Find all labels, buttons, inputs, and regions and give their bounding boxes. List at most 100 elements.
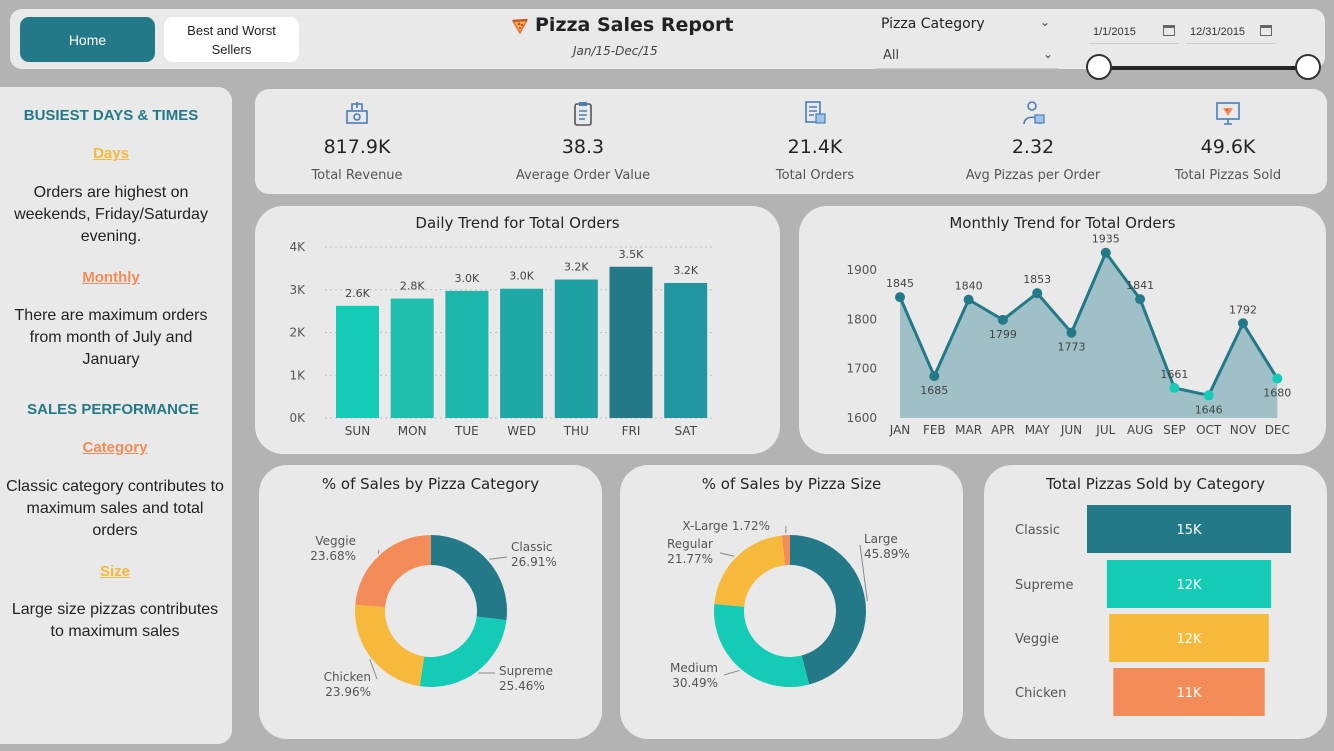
kpi-total-orders: 21.4K Total Orders xyxy=(715,89,915,194)
slice-value: 45.89% xyxy=(864,547,910,561)
daily-trend-chart: Daily Trend for Total Orders 0K 1K 2K 3K 4K 2… xyxy=(255,206,780,454)
slice-name: Medium xyxy=(670,661,718,675)
slice-value: 25.46% xyxy=(499,679,545,693)
data-label: 3.2K xyxy=(564,261,589,274)
data-label: 1685 xyxy=(920,384,948,397)
category-label: Category xyxy=(82,439,148,456)
date-end-input[interactable]: 12/31/2015 xyxy=(1186,22,1276,44)
data-label: 1799 xyxy=(989,328,1017,341)
donut-slice xyxy=(419,616,507,687)
home-button[interactable]: Home xyxy=(20,17,155,62)
date-range-start-handle[interactable] xyxy=(1086,54,1112,80)
category-donut-plot: Classic26.91% Supreme25.46% Chicken23.96% V… xyxy=(310,534,557,699)
x-tick-label: SEP xyxy=(1163,423,1185,437)
area-fill xyxy=(900,252,1278,418)
calendar-icon[interactable] xyxy=(1163,25,1175,36)
chevron-down-icon: ⌄ xyxy=(1042,47,1053,61)
data-label: 1661 xyxy=(1160,368,1188,381)
y-tick-label: 1800 xyxy=(846,312,877,326)
y-tick-label: 1900 xyxy=(846,263,877,277)
monthly-trend-chart: Monthly Trend for Total Orders 1600 1700 1… xyxy=(799,206,1326,454)
data-label: 1773 xyxy=(1058,341,1086,354)
category-filter-select[interactable]: All ⌄ xyxy=(876,43,1059,69)
x-tick-label: TUE xyxy=(454,424,479,438)
monthly-text: There are maximum orders from month of J… xyxy=(14,307,208,368)
leader-line xyxy=(723,669,740,676)
slice-name: Regular xyxy=(667,537,713,551)
donut-slice xyxy=(714,603,810,687)
data-point xyxy=(1100,247,1111,258)
x-tick-label: JUN xyxy=(1060,423,1082,437)
size-donut-plot: Large45.89% Medium30.49% Regular21.77% X-La… xyxy=(667,519,910,690)
kpi-avg-pizzas-per-order: 2.32 Avg Pizzas per Order xyxy=(933,89,1133,194)
kpi-label: Average Order Value xyxy=(515,168,651,183)
data-point xyxy=(1066,327,1077,338)
kpi-value: 38.3 xyxy=(561,136,605,158)
funnel-plot: 15K Classic 12K Supreme 12K Veggie 11K Chicken xyxy=(1015,505,1291,716)
money-icon xyxy=(346,102,368,124)
kpi-total-pizzas-sold: 49.6K Total Pizzas Sold xyxy=(1128,89,1328,194)
x-tick-label: AUG xyxy=(1127,423,1153,437)
x-tick-label: FEB xyxy=(923,423,946,437)
data-label: 3.5K xyxy=(619,248,644,261)
leader-line xyxy=(719,552,735,557)
date-range-end-handle[interactable] xyxy=(1295,54,1321,80)
kpi-value: 817.9K xyxy=(323,136,391,158)
monitor-pizza-icon xyxy=(1216,102,1240,125)
sales-heading: SALES PERFORMANCE xyxy=(27,401,199,418)
x-tick-label: SAT xyxy=(674,424,697,438)
leader-line xyxy=(377,549,380,554)
chevron-down-icon[interactable]: ⌄ xyxy=(1040,15,1050,29)
x-tick-label: OCT xyxy=(1196,423,1222,437)
kpi-label: Total Revenue xyxy=(311,168,403,183)
category-label: Chicken xyxy=(1015,686,1066,701)
monthly-label: Monthly xyxy=(82,269,140,286)
slice-name: Large xyxy=(864,532,898,546)
slice-value: 23.68% xyxy=(310,549,356,563)
slice-value: 30.49% xyxy=(672,676,718,690)
date-start-value: 1/1/2015 xyxy=(1093,26,1136,38)
x-tick-label: WED xyxy=(507,424,536,438)
bar xyxy=(336,305,379,418)
slice-label: X-Large 1.72% xyxy=(682,519,770,533)
category-label: Veggie xyxy=(1015,632,1059,647)
y-tick-label: 1600 xyxy=(846,411,877,425)
best-worst-sellers-button[interactable]: Best and Worst Sellers xyxy=(164,17,299,62)
kpi-label: Avg Pizzas per Order xyxy=(965,168,1101,183)
kpi-value: 21.4K xyxy=(787,136,843,158)
y-tick-label: 1700 xyxy=(846,362,877,376)
donut-slice xyxy=(714,535,786,607)
data-point xyxy=(963,294,974,305)
data-label: 1792 xyxy=(1229,303,1257,316)
bar xyxy=(609,266,653,418)
date-start-input[interactable]: 1/1/2015 xyxy=(1089,22,1179,44)
pizzas-sold-funnel-chart: Total Pizzas Sold by Category 15K Classic… xyxy=(984,465,1327,739)
data-point xyxy=(1135,294,1146,305)
data-label: 3.0K xyxy=(509,270,534,283)
data-label: 2.8K xyxy=(400,280,425,293)
slice-name: Supreme xyxy=(499,664,553,678)
top-bar: Home Best and Worst Sellers Pizza Sales … xyxy=(10,9,1325,80)
calendar-icon[interactable] xyxy=(1260,25,1272,36)
monthly-trend-plot: 1600 1700 1800 1900 1845 JAN 1685 FEB 1840 MAR 179… xyxy=(846,233,1291,437)
busiest-heading: BUSIEST DAYS & TIMES xyxy=(23,107,199,124)
category-label: Classic xyxy=(1015,523,1060,538)
date-end-value: 12/31/2015 xyxy=(1190,26,1246,38)
slice-value: 21.77% xyxy=(667,552,713,566)
data-label: 1680 xyxy=(1263,387,1291,400)
daily-trend-plot: 0K 1K 2K 3K 4K 2.6K SUN 2.8K MON 3.0K TUE 3.0K WED 3.… xyxy=(289,240,715,438)
data-label: 1840 xyxy=(955,280,983,293)
order-list-icon xyxy=(805,101,826,124)
data-point xyxy=(1238,318,1248,329)
delivery-person-icon xyxy=(1023,101,1045,125)
y-tick-label: 4K xyxy=(289,240,306,254)
slice-name: Chicken xyxy=(324,670,371,684)
bar xyxy=(500,288,544,418)
x-tick-label: JUL xyxy=(1095,423,1115,437)
slice-name: Veggie xyxy=(315,534,356,548)
data-label: 12K xyxy=(1176,578,1202,593)
kpi-strip: 817.9K Total Revenue 38.3 Average Order … xyxy=(255,89,1327,194)
date-range-slider-track[interactable] xyxy=(1100,66,1308,70)
kpi-value: 49.6K xyxy=(1200,136,1256,158)
kpi-label: Total Orders xyxy=(775,168,855,183)
